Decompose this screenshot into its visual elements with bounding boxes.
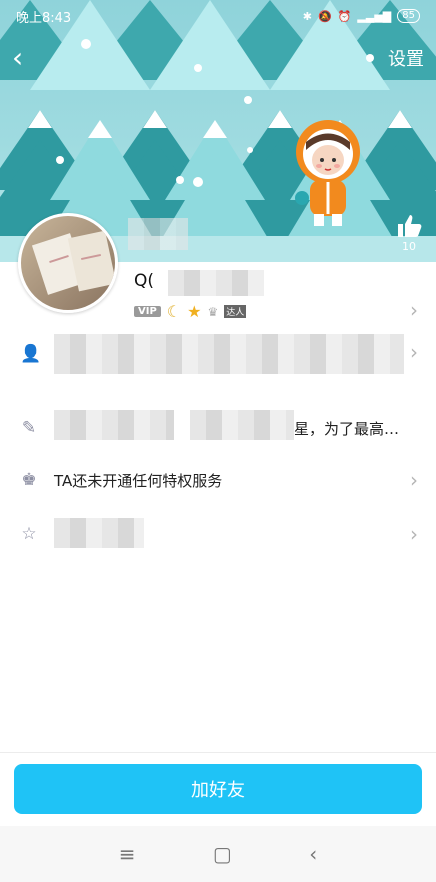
status-icons: ✱ 🔕 ⏰ ▂▃▅▇ 85 [303,9,420,23]
redacted-area [128,218,188,250]
top-nav: ‹ 设置 [0,38,436,78]
crown-badge-icon: ♛ [207,304,219,319]
redacted-collection [54,518,144,548]
like-count: 10 [402,240,416,253]
alarm-icon: ⏰ [337,9,352,23]
redacted-signature [190,410,294,440]
avatar[interactable] [18,213,118,313]
status-bar: 晚上8:43 ✱ 🔕 ⏰ ▂▃▅▇ 85 [0,0,436,32]
person-icon: 👤 [20,344,42,364]
back-icon[interactable]: ‹ [309,842,317,866]
vip-badge: VIP [134,306,161,317]
chevron-right-icon[interactable]: › [410,340,418,364]
bluetooth-icon: ✱ [302,9,313,23]
system-nav-bar: ≡ ▢ ‹ [0,826,436,882]
pencil-icon: ✎ [21,418,37,438]
home-icon[interactable]: ▢ [213,842,232,866]
menu-icon[interactable]: ≡ [119,842,136,866]
level-tag: 达人 [224,305,247,318]
status-time: 晚上8:43 [16,10,72,26]
chevron-right-icon[interactable]: › [410,468,418,492]
thumbs-up-icon [398,215,422,237]
mute-bell-icon: 🔕 [318,9,332,23]
privilege-text: TA还未开通任何特权服务 [54,471,223,490]
like-button[interactable]: 10 [396,214,422,253]
star-outline-icon: ☆ [21,524,37,544]
bottom-divider [0,752,436,753]
eskimo-mascot-illustration [295,120,360,226]
chevron-right-icon[interactable]: › [410,522,418,546]
redacted-signature [54,410,174,440]
profile-name: Q( [134,271,155,291]
signature-text: 星，为了最高… [294,419,400,438]
redacted-info [54,334,404,374]
crown-icon: ♚ [21,470,37,490]
star-icon: ★ [187,302,202,321]
settings-button[interactable]: 设置 [388,45,424,71]
add-friend-button[interactable]: 加好友 [14,764,422,814]
signal-icon: ▂▃▅▇ [357,9,392,23]
chevron-right-icon[interactable]: › [410,298,418,322]
row-privileges[interactable]: ♚ TA还未开通任何特权服务 [0,456,436,504]
profile-badges: VIP ☾ ★ ♛ 达人 [134,302,247,321]
back-chevron-icon[interactable]: ‹ [12,44,23,72]
battery-indicator: 85 [397,9,420,23]
redacted-name [168,270,264,296]
moon-icon: ☾ [166,302,182,321]
